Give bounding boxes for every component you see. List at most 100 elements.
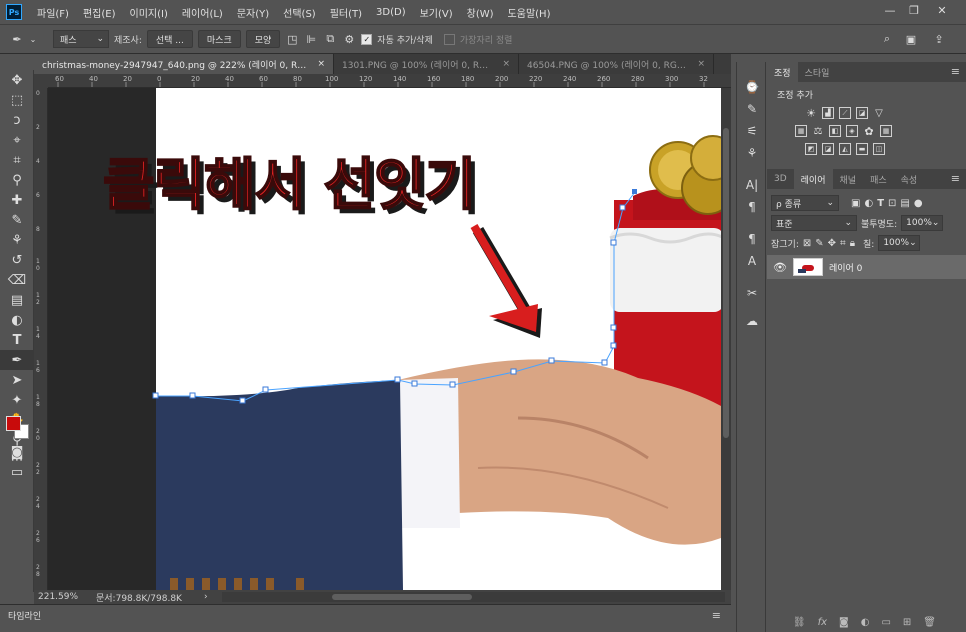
delete-layer-icon[interactable]: 🗑︎ <box>923 617 936 628</box>
close-icon[interactable]: × <box>502 59 510 69</box>
exposure-icon[interactable]: ◪ <box>856 107 868 119</box>
gear-icon[interactable]: ⚙ <box>342 32 356 46</box>
menu-view[interactable]: 보기(V) <box>413 5 460 20</box>
shape-tool-icon[interactable]: ✦ <box>0 390 34 410</box>
posterize-icon[interactable]: ◪ <box>822 143 834 155</box>
clone-stamp-tool-icon[interactable]: ⚘ <box>0 230 34 250</box>
panel-menu-icon[interactable]: ≡ <box>951 172 960 185</box>
horizontal-scrollbar[interactable] <box>222 592 725 602</box>
menu-type[interactable]: 문자(Y) <box>230 5 276 20</box>
fx-icon[interactable]: fx <box>818 617 827 628</box>
new-layer-icon[interactable]: ⊞ <box>903 617 911 628</box>
glyphs-icon[interactable]: ¶ <box>737 228 767 250</box>
layer-filter-dropdown[interactable]: ρ 종류 ⌄ <box>771 195 839 211</box>
shape-filter-icon[interactable]: ⊡ <box>888 198 896 209</box>
ruler-origin[interactable] <box>34 74 48 88</box>
tab-46504[interactable]: 46504.PNG @ 100% (레이어 0, RGB/... × <box>519 54 714 74</box>
selective-color-icon[interactable]: ◫ <box>873 143 885 155</box>
path-select-tool-icon[interactable]: ➤ <box>0 370 34 390</box>
black-white-icon[interactable]: ◧ <box>829 125 841 137</box>
type-tool-icon[interactable]: T <box>0 330 34 350</box>
tab-3d[interactable]: 3D <box>767 169 794 189</box>
panel-menu-icon[interactable]: ≡ <box>951 65 960 78</box>
eraser-tool-icon[interactable]: ⌫ <box>0 270 34 290</box>
smart-object-filter-icon[interactable]: ▤ <box>900 198 909 209</box>
foreground-color-swatch[interactable] <box>6 416 21 431</box>
color-balance-icon[interactable]: ⚖ <box>812 125 824 137</box>
brush-settings-icon[interactable]: ✎ <box>737 98 767 120</box>
scroll-thumb[interactable] <box>723 128 729 438</box>
lock-pixels-icon[interactable]: ✎ <box>815 238 823 249</box>
lasso-tool-icon[interactable]: ↄ <box>0 110 34 130</box>
document-canvas[interactable]: 클릭해서 선잇기 <box>48 88 721 590</box>
tab-christmas-money[interactable]: christmas-money-2947947_640.png @ 222% (… <box>34 54 334 74</box>
layer-name[interactable]: 레이어 0 <box>829 261 862 274</box>
zoom-level[interactable]: 221.59% <box>34 592 90 602</box>
make-selection-button[interactable]: 선택 ... <box>146 30 193 48</box>
menu-window[interactable]: 창(W) <box>460 5 501 20</box>
menu-3d[interactable]: 3D(D) <box>369 7 413 18</box>
make-mask-button[interactable]: 마스크 <box>197 30 241 48</box>
minimize-button[interactable]: — <box>880 2 900 20</box>
lock-transparency-icon[interactable]: ⊠ <box>803 238 811 249</box>
make-shape-button[interactable]: 모양 <box>245 30 281 48</box>
new-group-icon[interactable]: ▭ <box>881 617 890 628</box>
tool-presets-icon[interactable]: ✂ <box>737 282 767 304</box>
hue-saturation-icon[interactable]: ▦ <box>795 125 807 137</box>
quick-mask-icon[interactable]: ◙ <box>0 442 34 462</box>
pen-tool-preset-icon[interactable]: ✒ <box>10 32 24 46</box>
path-alignment-icon[interactable]: ⊫ <box>304 32 318 46</box>
close-window-button[interactable]: ✕ <box>932 2 952 20</box>
pixel-filter-icon[interactable]: ▣ <box>851 198 860 209</box>
vibrance-icon[interactable]: ▽ <box>873 107 885 119</box>
auto-add-delete-checkbox[interactable]: ✓ <box>361 33 373 45</box>
pen-tool-icon[interactable]: ✒ <box>0 350 34 370</box>
levels-icon[interactable]: ▟ <box>822 107 834 119</box>
vertical-scrollbar[interactable] <box>721 88 731 590</box>
gradient-tool-icon[interactable]: ▤ <box>0 290 34 310</box>
character-styles-icon[interactable]: A <box>737 250 767 272</box>
quick-select-tool-icon[interactable]: ⌖ <box>0 130 34 150</box>
menu-filter[interactable]: 필터(T) <box>323 5 369 20</box>
chevron-down-icon[interactable]: ⌄ <box>29 32 37 46</box>
visibility-eye-icon[interactable]: 👁︎ <box>773 261 787 274</box>
align-edges-checkbox[interactable] <box>443 33 455 45</box>
close-icon[interactable]: × <box>697 59 705 69</box>
add-mask-icon[interactable]: ◙ <box>839 617 849 628</box>
layer-item[interactable]: 👁︎ 레이어 0 <box>767 255 966 279</box>
screen-mode-icon[interactable]: ▭ <box>0 462 34 482</box>
tool-mode-dropdown[interactable]: 패스 ⌄ <box>53 30 109 48</box>
fill-field[interactable]: 100% ⌄ <box>878 235 921 251</box>
menu-select[interactable]: 선택(S) <box>276 5 323 20</box>
type-filter-icon[interactable]: T <box>877 198 884 209</box>
threshold-icon[interactable]: ◭ <box>839 143 851 155</box>
link-layers-icon[interactable]: ⛓ <box>793 617 806 628</box>
search-icon[interactable]: ⌕ <box>880 32 894 46</box>
tab-layers[interactable]: 레이어 <box>793 169 833 189</box>
brush-presets-icon[interactable]: ⚟ <box>737 120 767 142</box>
history-brush-tool-icon[interactable]: ↺ <box>0 250 34 270</box>
lock-all-icon[interactable]: 🔒︎ <box>850 238 855 249</box>
eyedropper-tool-icon[interactable]: ⚲ <box>0 170 34 190</box>
brightness-icon[interactable]: ☀ <box>805 107 817 120</box>
tab-properties[interactable]: 속성 <box>894 169 925 189</box>
move-tool-icon[interactable]: ✥ <box>0 70 34 90</box>
path-arrangement-icon[interactable]: ⧉ <box>323 32 337 46</box>
dodge-tool-icon[interactable]: ◐ <box>0 310 34 330</box>
menu-file[interactable]: 파일(F) <box>30 5 76 20</box>
menu-layer[interactable]: 레이어(L) <box>175 5 230 20</box>
paragraph-icon[interactable]: ¶ <box>737 196 767 218</box>
character-icon[interactable]: A| <box>737 174 767 196</box>
workspace-icon[interactable]: ▣ <box>904 32 918 46</box>
menu-edit[interactable]: 편집(E) <box>76 5 123 20</box>
healing-brush-tool-icon[interactable]: ✚ <box>0 190 34 210</box>
curves-icon[interactable]: ⟋ <box>839 107 851 119</box>
blend-mode-dropdown[interactable]: 표준 ⌄ <box>771 215 857 231</box>
opacity-field[interactable]: 100% ⌄ <box>901 215 944 231</box>
marquee-tool-icon[interactable]: ⬚ <box>0 90 34 110</box>
close-icon[interactable]: × <box>317 59 325 69</box>
share-icon[interactable]: ⇪ <box>932 32 946 46</box>
restore-button[interactable]: ❐ <box>904 2 924 20</box>
invert-icon[interactable]: ◩ <box>805 143 817 155</box>
adjustment-filter-icon[interactable]: ◐ <box>864 198 873 209</box>
